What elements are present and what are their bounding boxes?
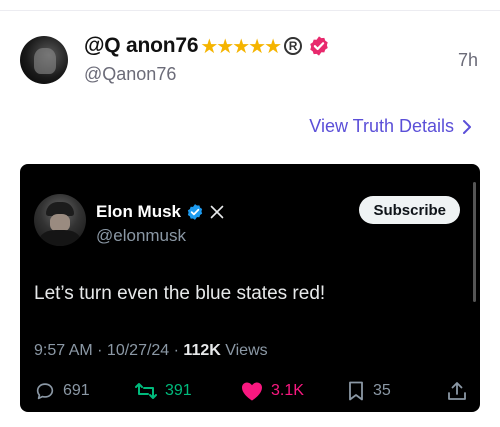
- truth-post-page: @Q anon76 ★★★★★ R @Qanon76 7h View Truth…: [0, 0, 500, 427]
- repost-button[interactable]: 391: [134, 378, 192, 404]
- x-logo-icon: [210, 205, 224, 219]
- tweet-author-row: Elon Musk: [96, 202, 224, 222]
- star-icons: ★★★★★: [200, 35, 282, 58]
- like-count: 3.1K: [271, 382, 304, 399]
- user-avatar[interactable]: [20, 36, 68, 84]
- verified-badge-icon: [310, 36, 328, 56]
- bookmark-count: 35: [373, 382, 391, 399]
- tweet-views-count: 112K: [183, 342, 221, 359]
- tweet-author-handle: @elonmusk: [96, 226, 187, 245]
- display-name-row: @Q anon76 ★★★★★ R: [84, 32, 330, 60]
- tweet-author-avatar[interactable]: [34, 194, 86, 246]
- bookmark-button[interactable]: 35: [346, 378, 391, 404]
- reply-count: 691: [63, 382, 90, 399]
- heart-icon: [242, 382, 262, 401]
- share-icon: [448, 382, 466, 400]
- share-button[interactable]: [446, 378, 468, 404]
- reply-button[interactable]: 691: [34, 378, 90, 404]
- tweet-meta: 9:57 AM · 10/27/24 · 112K Views: [34, 342, 268, 360]
- tweet-author-name[interactable]: Elon Musk: [96, 202, 181, 222]
- repost-icon: [135, 383, 157, 399]
- tweet-timestamp[interactable]: 9:57 AM · 10/27/24 ·: [34, 342, 183, 359]
- tweet-action-bar: 691 391 3.1K 35: [34, 378, 470, 404]
- bookmark-icon: [349, 381, 363, 401]
- display-name[interactable]: @Q anon76: [84, 34, 199, 58]
- view-truth-details-label: View Truth Details: [309, 116, 454, 136]
- tweet-text: Let’s turn even the blue states red!: [34, 283, 326, 304]
- subscribe-button[interactable]: Subscribe: [359, 196, 460, 224]
- embedded-tweet-card[interactable]: Elon Musk @elonmusk Subscribe Let’s turn…: [20, 164, 480, 412]
- tweet-views-label: Views: [220, 342, 268, 359]
- registered-icon: R: [284, 37, 303, 55]
- post-time: 7h: [457, 50, 478, 70]
- like-button[interactable]: 3.1K: [240, 378, 304, 404]
- reply-icon: [36, 383, 54, 400]
- top-divider: [0, 10, 500, 11]
- tweet-scrollbar[interactable]: [473, 182, 476, 302]
- blue-verified-icon: [187, 204, 203, 220]
- view-truth-details-link[interactable]: View Truth Details: [309, 116, 472, 137]
- user-handle: @Qanon76: [84, 64, 177, 84]
- repost-count: 391: [165, 382, 192, 399]
- chevron-right-icon: [463, 119, 471, 134]
